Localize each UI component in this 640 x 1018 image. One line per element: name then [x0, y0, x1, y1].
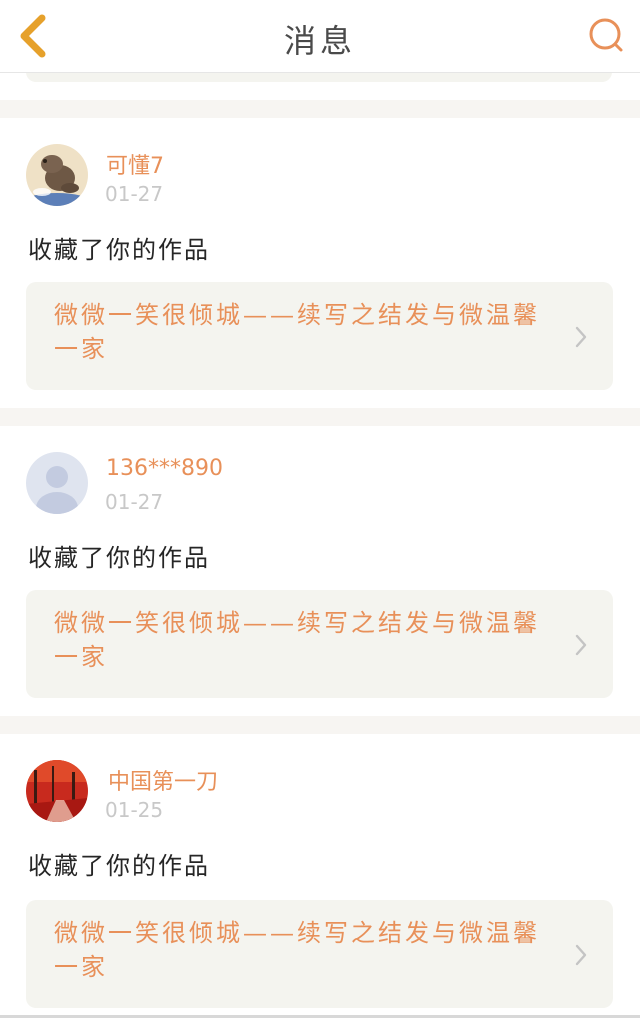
work-title: 微微一笑很倾城——续写之结发与微温馨一家 [54, 919, 540, 981]
message-item: 136***890 01-27 收藏了你的作品 微微一笑很倾城——续写之结发与微… [0, 426, 640, 716]
chevron-right-icon [575, 326, 587, 348]
work-title: 微微一笑很倾城——续写之结发与微温馨一家 [54, 609, 540, 671]
divider [0, 716, 640, 734]
avatar[interactable] [26, 760, 88, 822]
action-text: 收藏了你的作品 [28, 852, 210, 880]
divider [0, 408, 640, 426]
squirrel-avatar-icon [26, 144, 88, 206]
timestamp: 01-27 [105, 490, 164, 514]
work-card[interactable]: 微微一笑很倾城——续写之结发与微温馨一家 [26, 900, 613, 1008]
avatar[interactable] [26, 452, 88, 514]
username[interactable]: 中国第一刀 [108, 764, 218, 796]
search-button[interactable] [586, 14, 626, 58]
chevron-right-icon [575, 944, 587, 966]
previous-work-card[interactable] [26, 72, 612, 82]
username[interactable]: 可懂7 [106, 148, 164, 180]
action-text: 收藏了你的作品 [28, 544, 210, 572]
work-card[interactable]: 微微一笑很倾城——续写之结发与微温馨一家 [26, 590, 613, 698]
timestamp: 01-25 [105, 798, 164, 822]
default-avatar-icon [26, 452, 88, 514]
page-title: 消息 [283, 22, 356, 60]
avatar[interactable] [26, 144, 88, 206]
timestamp: 01-27 [105, 182, 164, 206]
action-text: 收藏了你的作品 [28, 236, 210, 264]
message-item: 可懂7 01-27 收藏了你的作品 微微一笑很倾城——续写之结发与微温馨一家 [0, 118, 640, 408]
search-icon [589, 18, 623, 52]
chevron-right-icon [575, 634, 587, 656]
red-forest-avatar-icon [26, 760, 88, 822]
work-title: 微微一笑很倾城——续写之结发与微温馨一家 [54, 301, 540, 363]
message-item: 中国第一刀 01-25 收藏了你的作品 微微一笑很倾城——续写之结发与微温馨一家 [0, 734, 640, 1016]
top-bar: 消息 [0, 0, 640, 73]
work-card[interactable]: 微微一笑很倾城——续写之结发与微温馨一家 [26, 282, 613, 390]
username[interactable]: 136***890 [106, 456, 223, 481]
divider [0, 100, 640, 118]
